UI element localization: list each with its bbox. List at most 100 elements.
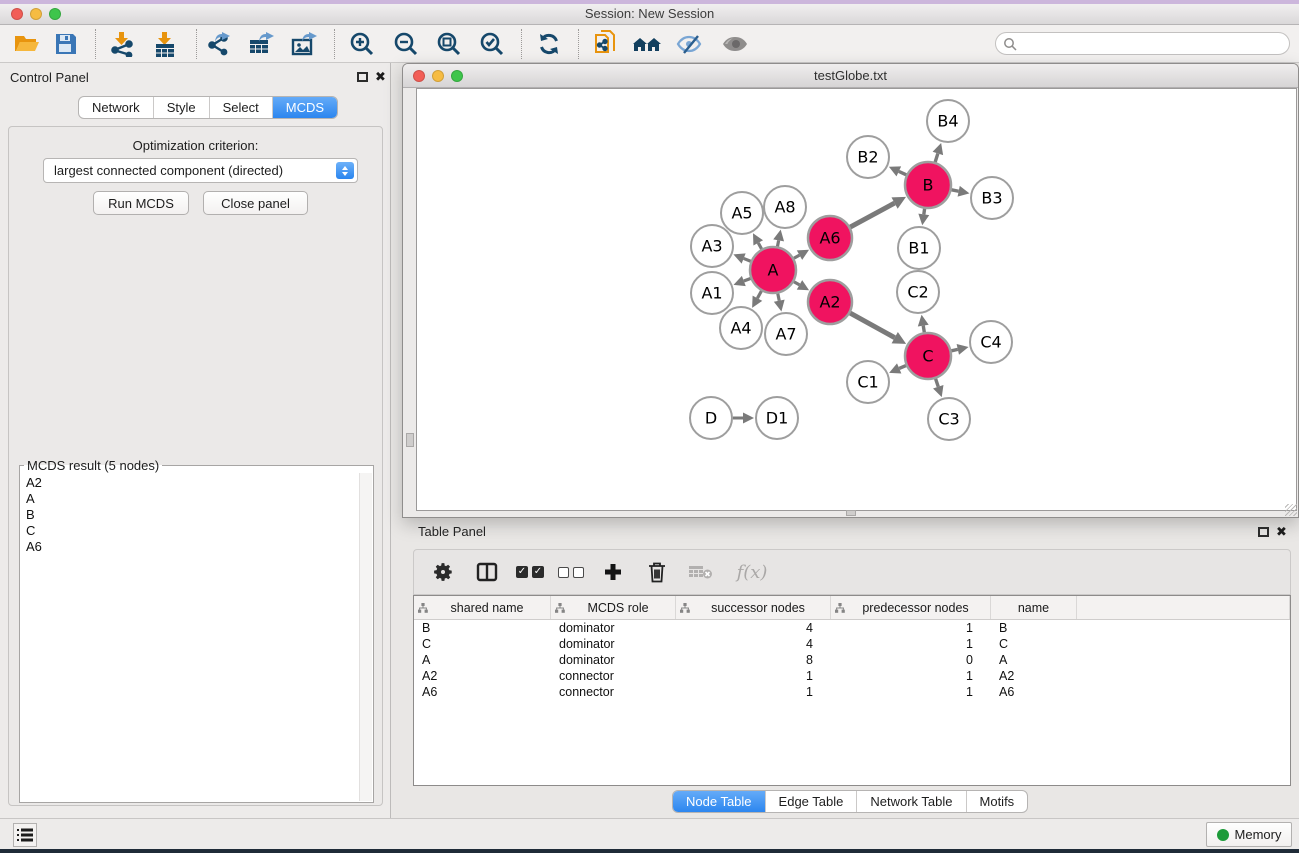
graph-node-A1[interactable]: A1 [691, 272, 733, 314]
float-table-panel-icon[interactable] [1258, 527, 1269, 537]
graph-node-D1[interactable]: D1 [756, 397, 798, 439]
show-all-button[interactable] [717, 29, 753, 59]
network-horizontal-scrollbar-thumb[interactable] [846, 510, 856, 516]
edge-A-A7[interactable] [778, 294, 779, 301]
network-window-titlebar[interactable]: testGlobe.txt [403, 64, 1298, 88]
edge-B-B4[interactable] [935, 153, 938, 162]
main-titlebar[interactable]: Session: New Session [0, 4, 1299, 25]
edge-A6-B[interactable] [850, 203, 894, 227]
mcds-result-item[interactable]: A2 [26, 475, 359, 491]
table-row[interactable]: Adominator80A [414, 652, 1290, 668]
column-header-predecessor-nodes[interactable]: predecessor nodes [831, 596, 991, 619]
graph-node-C[interactable]: C [905, 333, 951, 379]
hide-selected-button[interactable] [672, 29, 708, 59]
tab-motifs[interactable]: Motifs [966, 791, 1028, 812]
zoom-selected-button[interactable] [474, 29, 510, 59]
graph-node-B2[interactable]: B2 [847, 136, 889, 178]
import-table-button[interactable] [147, 29, 183, 59]
close-table-panel-icon[interactable]: ✖ [1276, 526, 1287, 538]
run-mcds-button[interactable]: Run MCDS [93, 191, 189, 215]
tab-node-table[interactable]: Node Table [673, 791, 765, 812]
edge-B-B1[interactable] [924, 209, 925, 215]
zoom-in-button[interactable] [344, 29, 380, 59]
export-image-button[interactable] [286, 29, 322, 59]
edge-B-B2[interactable] [899, 171, 906, 174]
graph-node-A7[interactable]: A7 [765, 313, 807, 355]
table-row[interactable]: A6connector11A6 [414, 684, 1290, 700]
graph-node-B3[interactable]: B3 [971, 177, 1013, 219]
edge-C-C1[interactable] [899, 366, 906, 369]
edge-A-A2[interactable] [794, 282, 800, 285]
delete-column-button[interactable] [642, 557, 672, 587]
task-history-button[interactable] [13, 823, 37, 847]
graph-node-D[interactable]: D [690, 397, 732, 439]
tab-mcds[interactable]: MCDS [272, 97, 337, 118]
tab-network-table[interactable]: Network Table [856, 791, 965, 812]
edge-A-A6[interactable] [794, 255, 800, 258]
edge-C-C4[interactable] [951, 349, 957, 350]
column-header-successor-nodes[interactable]: successor nodes [676, 596, 831, 619]
table-row[interactable]: A2connector11A2 [414, 668, 1290, 684]
graph-node-A8[interactable]: A8 [764, 186, 806, 228]
graph-node-A6[interactable]: A6 [808, 216, 852, 260]
search-field[interactable] [995, 32, 1290, 55]
export-table-button[interactable] [243, 29, 279, 59]
graph-node-A[interactable]: A [750, 247, 796, 293]
memory-button[interactable]: Memory [1206, 822, 1292, 847]
network-canvas[interactable]: ABCA2A6A1A3A4A5A7A8B1B2B3B4C1C2C3C4DD1 [416, 88, 1297, 511]
edge-B-B3[interactable] [952, 190, 959, 191]
function-builder-button[interactable]: f(x) [730, 557, 774, 587]
result-list-scrollbar[interactable] [359, 473, 372, 801]
close-panel-button[interactable]: Close panel [203, 191, 308, 215]
tab-select[interactable]: Select [209, 97, 272, 118]
home-button[interactable] [629, 29, 665, 59]
tab-network[interactable]: Network [79, 97, 153, 118]
edge-A-A5[interactable] [758, 243, 761, 249]
graph-node-A4[interactable]: A4 [720, 307, 762, 349]
add-column-button[interactable] [598, 557, 628, 587]
tab-style[interactable]: Style [153, 97, 209, 118]
export-network-button[interactable] [201, 29, 237, 59]
tab-edge-table[interactable]: Edge Table [765, 791, 857, 812]
delete-table-button[interactable] [686, 557, 716, 587]
deselect-all-columns-button[interactable] [558, 567, 584, 578]
graph-node-C1[interactable]: C1 [847, 361, 889, 403]
zoom-out-button[interactable] [388, 29, 424, 59]
table-row[interactable]: Cdominator41C [414, 636, 1290, 652]
apply-layout-button[interactable] [531, 29, 567, 59]
column-header-name[interactable]: name [991, 596, 1077, 619]
mcds-result-item[interactable]: A6 [26, 539, 359, 555]
edge-A-A3[interactable] [744, 258, 751, 261]
float-panel-icon[interactable] [357, 72, 368, 82]
graph-node-B[interactable]: B [905, 162, 951, 208]
edge-A-A8[interactable] [777, 240, 778, 246]
graph-node-C3[interactable]: C3 [928, 398, 970, 440]
mcds-result-item[interactable]: C [26, 523, 359, 539]
close-panel-icon[interactable]: ✖ [375, 71, 386, 83]
edge-C-C3[interactable] [936, 379, 939, 387]
graph-node-C2[interactable]: C2 [897, 271, 939, 313]
graph-node-A5[interactable]: A5 [721, 192, 763, 234]
edge-A-A1[interactable] [744, 278, 751, 281]
column-header-MCDS-role[interactable]: MCDS role [551, 596, 676, 619]
open-file-button[interactable] [9, 29, 45, 59]
graph-node-B1[interactable]: B1 [898, 227, 940, 269]
network-vertical-scrollbar-thumb[interactable] [406, 433, 414, 447]
edge-A-A4[interactable] [757, 291, 761, 298]
search-input[interactable] [1017, 37, 1289, 51]
graph-node-A2[interactable]: A2 [808, 280, 852, 324]
graph-node-C4[interactable]: C4 [970, 321, 1012, 363]
edge-C-C2[interactable] [923, 326, 924, 333]
table-split-view-button[interactable] [472, 557, 502, 587]
optimization-criterion-select[interactable]: largest connected component (directed) [43, 158, 358, 183]
mcds-result-item[interactable]: B [26, 507, 359, 523]
copy-network-button[interactable] [588, 29, 624, 59]
import-network-button[interactable] [104, 29, 140, 59]
window-resize-grip[interactable] [1285, 504, 1297, 516]
zoom-fit-button[interactable] [431, 29, 467, 59]
graph-node-B4[interactable]: B4 [927, 100, 969, 142]
save-session-button[interactable] [48, 29, 84, 59]
column-header-shared-name[interactable]: shared name [414, 596, 551, 619]
edge-A2-C[interactable] [850, 313, 895, 338]
select-all-columns-button[interactable]: ✓ ✓ [516, 566, 544, 578]
